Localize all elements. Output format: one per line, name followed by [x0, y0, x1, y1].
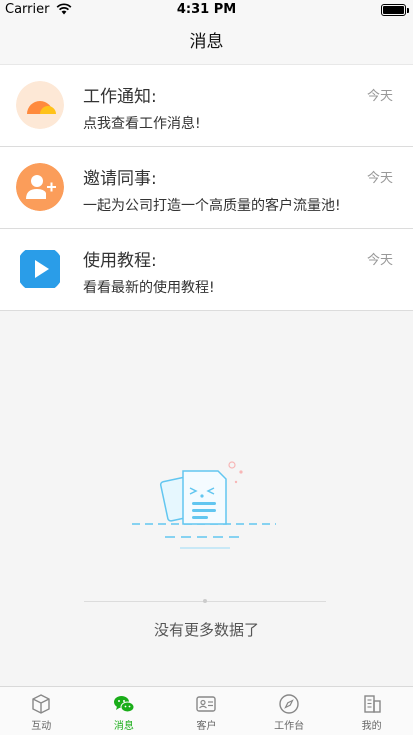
- end-divider-dot: [203, 599, 207, 603]
- contact-card-icon: [196, 696, 217, 712]
- message-row-work-notice[interactable]: 工作通知: 点我查看工作消息! 今天: [0, 65, 413, 147]
- building-icon: [363, 695, 381, 713]
- battery-icon: [381, 4, 409, 16]
- tab-messages[interactable]: 消息: [83, 687, 166, 735]
- tab-label: 互动: [31, 721, 52, 732]
- message-list: 工作通知: 点我查看工作消息! 今天 邀请同事: 一起为公司打造一个高质量的客户…: [0, 64, 413, 311]
- no-more-data-label: 没有更多数据了: [153, 621, 259, 639]
- row-message: 点我查看工作消息!: [83, 116, 201, 132]
- row-time: 今天: [366, 253, 393, 268]
- row-time: 今天: [366, 171, 393, 186]
- message-row-invite-colleague[interactable]: 邀请同事: 一起为公司打造一个高质量的客户流量池! 今天: [0, 147, 413, 229]
- sun-icon: [16, 81, 64, 129]
- tab-label: 客户: [196, 721, 217, 732]
- empty-state-illustration: [132, 461, 276, 549]
- message-row-tutorial[interactable]: 使用教程: 看看最新的使用教程! 今天: [0, 229, 413, 311]
- navigation-bar: 消息: [0, 20, 413, 64]
- row-time: 今天: [366, 89, 393, 104]
- tab-label: 消息: [113, 721, 134, 732]
- tab-label: 我的: [361, 721, 382, 732]
- page-title: 消息: [189, 32, 224, 52]
- add-user-icon: [16, 163, 64, 211]
- tab-label: 工作台: [274, 721, 305, 732]
- tab-interaction[interactable]: 互动: [0, 687, 83, 735]
- tab-mine[interactable]: 我的: [330, 687, 413, 735]
- row-title: 工作通知:: [83, 87, 157, 107]
- row-message: 一起为公司打造一个高质量的客户流量池!: [83, 198, 341, 214]
- row-title: 使用教程:: [83, 251, 157, 271]
- play-icon: [20, 250, 60, 288]
- clock: 4:31 PM: [176, 2, 237, 17]
- compass-icon: [279, 694, 299, 714]
- tab-customers[interactable]: 客户: [165, 687, 248, 735]
- tab-bar: 互动 消息 客户 工作台 我的: [0, 686, 413, 735]
- row-title: 邀请同事:: [83, 169, 157, 189]
- tab-workbench[interactable]: 工作台: [248, 687, 331, 735]
- status-bar: Carrier 4:31 PM: [0, 0, 413, 20]
- row-message: 看看最新的使用教程!: [83, 280, 215, 296]
- box-icon: [32, 694, 50, 714]
- chat-icon: [113, 696, 135, 713]
